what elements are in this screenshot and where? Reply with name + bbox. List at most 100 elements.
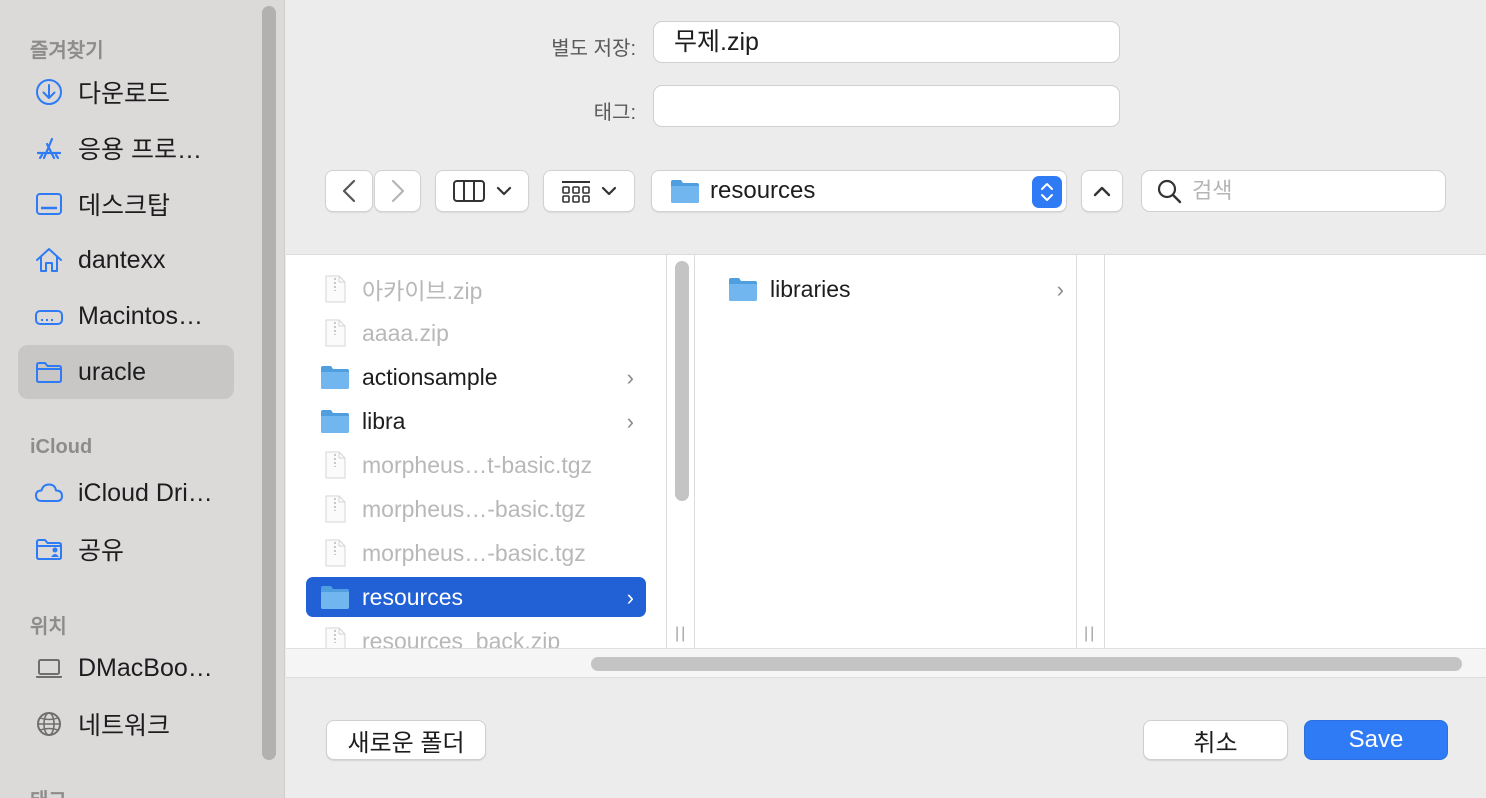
group-grid-icon [562, 181, 590, 203]
file-row[interactable]: morpheus…-basic.tgz [306, 533, 646, 573]
sidebar-item-label: dantexx [78, 245, 166, 274]
back-button[interactable] [325, 170, 373, 212]
network-icon [34, 709, 64, 739]
location-popup[interactable]: resources [651, 170, 1067, 212]
sidebar-item-uracle[interactable]: uracle [18, 345, 234, 399]
zip-file-icon [320, 274, 350, 304]
zip-file-icon [320, 450, 350, 480]
sidebar: 즐겨찾기 다운로드 응용 프로… 데스크탑 dantexx Macintos… [0, 0, 285, 798]
cloud-icon [34, 478, 64, 508]
locations-header: 위치 [30, 616, 67, 638]
download-icon [34, 77, 64, 107]
column-resize-handle[interactable]: || [675, 625, 687, 643]
group-button[interactable] [543, 170, 635, 212]
desktop-icon [34, 189, 64, 219]
folder-icon [34, 357, 64, 387]
icloud-header: iCloud [30, 436, 93, 458]
search-icon [1157, 179, 1182, 204]
sidebar-item-desktop[interactable]: 데스크탑 [18, 177, 234, 231]
sidebar-item-label: DMacBoo… [78, 653, 213, 682]
chevron-right-icon [391, 179, 404, 203]
sidebar-item-label: 네트워크 [78, 712, 171, 740]
shared-folder-icon [34, 534, 64, 564]
folder-icon [320, 362, 350, 392]
horizontal-scrollbar[interactable] [286, 648, 1486, 678]
applications-icon [34, 133, 64, 163]
sidebar-item-label: iCloud Dri… [78, 478, 213, 507]
chevron-right-icon: › [626, 585, 634, 610]
collapse-button[interactable] [1081, 170, 1123, 212]
horizontal-scroll-thumb[interactable] [591, 657, 1462, 671]
sidebar-item-home[interactable]: dantexx [18, 233, 234, 287]
item-name: actionsample [362, 363, 498, 390]
save-as-label: 별도 저장: [551, 38, 636, 60]
browser-column-1: 아카이브.zip aaaa.zip actionsample › libra › morph… [286, 255, 666, 655]
item-name: libra [362, 407, 406, 434]
sidebar-item-label: 공유 [78, 537, 125, 565]
sidebar-item-downloads[interactable]: 다운로드 [18, 65, 234, 119]
sidebar-item-network[interactable]: 네트워크 [18, 697, 234, 751]
folder-icon [671, 180, 699, 203]
search-input[interactable] [1192, 178, 1412, 204]
file-row[interactable]: morpheus…-basic.tgz [306, 489, 646, 529]
item-name: resources [362, 583, 463, 610]
sidebar-item-label: uracle [78, 357, 147, 386]
sidebar-item-applications[interactable]: 응용 프로… [18, 121, 234, 175]
favorites-header: 즐겨찾기 [30, 40, 104, 62]
location-popup-label: resources [710, 177, 816, 204]
sidebar-item-label: 다운로드 [78, 80, 171, 108]
folder-row[interactable]: resources › [306, 577, 646, 617]
sidebar-scrollbar[interactable] [262, 6, 276, 760]
drive-icon [34, 301, 64, 331]
chevron-up-icon [1093, 186, 1111, 197]
zip-file-icon [320, 538, 350, 568]
columns-view-icon [453, 180, 485, 202]
tags-field[interactable] [653, 85, 1120, 127]
folder-row[interactable]: libraries › [714, 269, 1076, 309]
item-name: 아카이브.zip [362, 278, 483, 304]
file-row[interactable]: aaaa.zip [306, 313, 646, 353]
browser-column-3 [1104, 255, 1486, 649]
new-folder-button[interactable]: 새로운 폴더 [326, 720, 486, 760]
laptop-icon [34, 653, 64, 683]
save-dialog: 별도 저장: 무제.zip 태그: resources 아카이브.zip aaaa… [286, 0, 1486, 798]
search-field[interactable] [1141, 170, 1446, 212]
folder-row[interactable]: libra › [306, 401, 646, 441]
folder-icon [320, 582, 350, 612]
item-name: morpheus…t-basic.tgz [362, 451, 593, 478]
sidebar-item-label: 응용 프로… [78, 136, 202, 164]
forward-button[interactable] [374, 170, 421, 212]
item-name: libraries [770, 275, 851, 302]
folder-icon [728, 274, 758, 304]
item-name: aaaa.zip [362, 319, 449, 346]
tags-header: 태그 [30, 784, 67, 798]
file-row[interactable]: 아카이브.zip [306, 269, 646, 309]
column-resize-handle[interactable]: || [1084, 625, 1096, 643]
chevron-right-icon: › [626, 365, 634, 390]
home-icon [34, 245, 64, 275]
sidebar-item-macbook[interactable]: DMacBoo… [18, 641, 234, 695]
file-row[interactable]: morpheus…t-basic.tgz [306, 445, 646, 485]
chevron-down-icon [601, 186, 617, 196]
cancel-button[interactable]: 취소 [1143, 720, 1288, 760]
folder-row[interactable]: actionsample › [306, 357, 646, 397]
updown-chevron-icon [1032, 176, 1062, 208]
chevron-right-icon: › [1056, 277, 1064, 302]
file-browser: 아카이브.zip aaaa.zip actionsample › libra › morph… [286, 254, 1486, 655]
tags-label: 태그: [593, 102, 636, 124]
zip-file-icon [320, 494, 350, 524]
sidebar-item-icloud-drive[interactable]: iCloud Dri… [18, 466, 234, 520]
sidebar-item-label: Macintos… [78, 301, 204, 330]
zip-file-icon [320, 318, 350, 348]
save-as-field[interactable]: 무제.zip [653, 21, 1120, 63]
view-mode-button[interactable] [435, 170, 529, 212]
chevron-right-icon: › [626, 409, 634, 434]
item-name: morpheus…-basic.tgz [362, 495, 586, 522]
item-name: morpheus…-basic.tgz [362, 539, 586, 566]
sidebar-item-shared[interactable]: 공유 [18, 522, 234, 576]
column-scrollbar[interactable] [675, 261, 689, 501]
save-button[interactable]: Save [1304, 720, 1448, 760]
browser-column-2: libraries › [694, 255, 1076, 649]
chevron-down-icon [496, 186, 512, 196]
sidebar-item-macintosh-hd[interactable]: Macintos… [18, 289, 234, 343]
